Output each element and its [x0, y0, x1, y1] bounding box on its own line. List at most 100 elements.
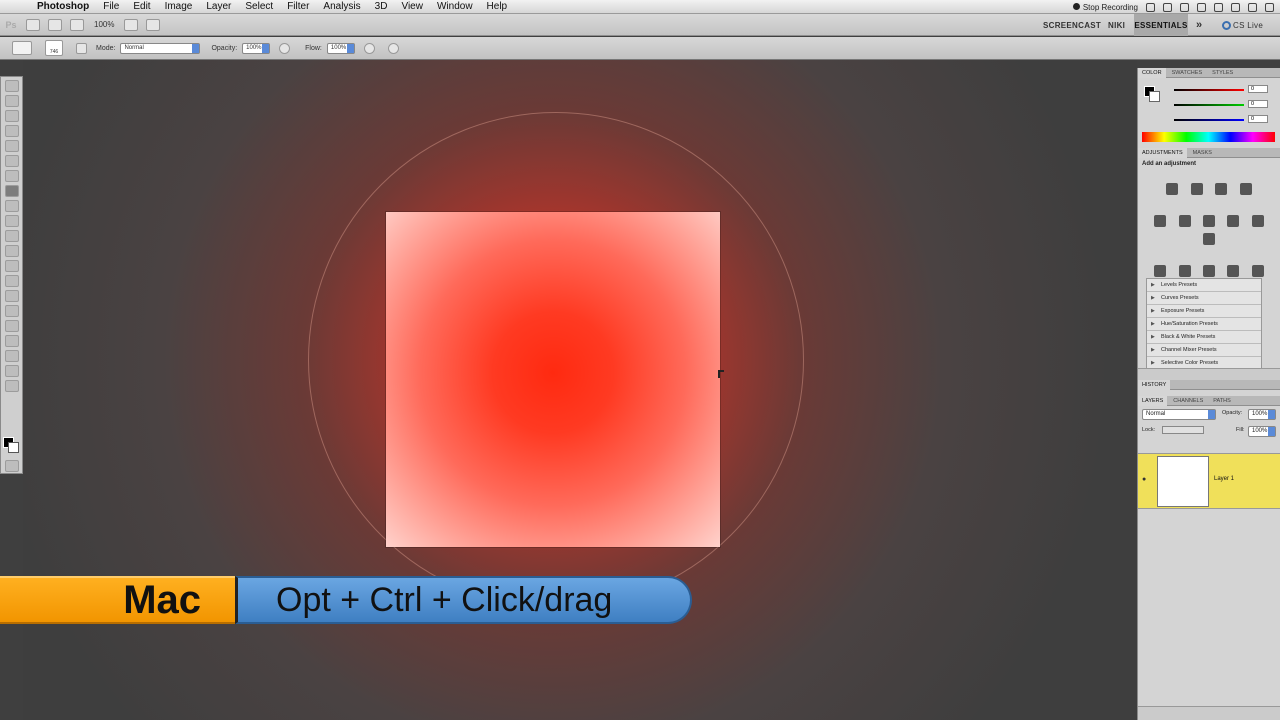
cs-live[interactable]: CS Live: [1222, 14, 1263, 36]
quick-mask-icon[interactable]: [5, 460, 19, 472]
preset-black-white[interactable]: Black & White Presets: [1147, 331, 1261, 344]
photo-filter-icon[interactable]: [1251, 215, 1264, 227]
pen-tool-icon[interactable]: [5, 290, 19, 302]
type-tool-icon[interactable]: [5, 305, 19, 317]
menu-edit[interactable]: Edit: [126, 0, 157, 14]
blue-value[interactable]: 0: [1248, 115, 1268, 123]
tab-history[interactable]: HISTORY: [1138, 379, 1171, 390]
arrange-documents-icon[interactable]: [124, 18, 139, 31]
screen-mode-icon[interactable]: [146, 18, 161, 31]
color-bg-swatch[interactable]: [1149, 91, 1160, 102]
red-slider[interactable]: [1174, 89, 1244, 91]
menu-view[interactable]: View: [394, 0, 430, 14]
tab-masks[interactable]: MASKS: [1189, 148, 1216, 158]
brush-panel-toggle-icon[interactable]: [76, 42, 87, 54]
path-selection-tool-icon[interactable]: [5, 320, 19, 332]
history-brush-tool-icon[interactable]: [5, 215, 19, 227]
vibrance-icon[interactable]: [1154, 215, 1167, 227]
preset-channel-mixer[interactable]: Channel Mixer Presets: [1147, 344, 1261, 357]
tab-channels[interactable]: CHANNELS: [1169, 396, 1207, 406]
stop-recording-item[interactable]: Stop Recording: [1072, 2, 1138, 12]
layer-blend-select[interactable]: Normal: [1142, 409, 1216, 420]
clone-stamp-tool-icon[interactable]: [5, 200, 19, 212]
hand-tool-icon[interactable]: [5, 365, 19, 377]
tab-color[interactable]: COLOR: [1138, 67, 1166, 78]
green-slider[interactable]: [1174, 104, 1244, 106]
preset-exposure[interactable]: Exposure Presets: [1147, 305, 1261, 318]
volume-icon[interactable]: [1214, 2, 1223, 12]
curves-icon[interactable]: [1215, 183, 1228, 195]
sync-icon[interactable]: [1163, 2, 1172, 12]
tab-styles[interactable]: STYLES: [1208, 68, 1237, 78]
marquee-tool-icon[interactable]: [5, 95, 19, 107]
background-color-swatch[interactable]: [8, 442, 19, 453]
layer-thumbnail[interactable]: [1157, 456, 1209, 507]
tab-swatches[interactable]: SWATCHES: [1168, 68, 1207, 78]
dodge-tool-icon[interactable]: [5, 275, 19, 287]
channel-mixer-icon[interactable]: [1203, 233, 1215, 245]
document-canvas[interactable]: [386, 212, 720, 547]
gradient-map-icon[interactable]: [1227, 265, 1240, 277]
healing-tool-icon[interactable]: [5, 170, 19, 182]
bluetooth-icon[interactable]: [1197, 2, 1206, 12]
workspace-niki[interactable]: NIKI: [1108, 14, 1125, 36]
gradient-tool-icon[interactable]: [5, 245, 19, 257]
status-icon[interactable]: [1146, 2, 1155, 12]
menu-window[interactable]: Window: [430, 0, 480, 14]
brush-tool-icon[interactable]: [5, 185, 19, 197]
menu-image[interactable]: Image: [158, 0, 200, 14]
menu-select[interactable]: Select: [238, 0, 280, 14]
airbrush-icon[interactable]: [363, 42, 375, 54]
green-value[interactable]: 0: [1248, 100, 1268, 108]
zoom-select[interactable]: 100%: [94, 20, 114, 29]
selective-color-icon[interactable]: [1251, 265, 1264, 277]
3d-rotate-tool-icon[interactable]: [5, 350, 19, 362]
wifi-icon[interactable]: [1248, 2, 1257, 12]
levels-icon[interactable]: [1190, 183, 1203, 195]
lasso-tool-icon[interactable]: [5, 110, 19, 122]
hue-saturation-icon[interactable]: [1178, 215, 1191, 227]
eyedropper-tool-icon[interactable]: [5, 155, 19, 167]
workspace-essentials[interactable]: ESSENTIALS: [1134, 14, 1188, 36]
menu-photoshop[interactable]: Photoshop: [30, 0, 96, 14]
tab-layers[interactable]: LAYERS: [1138, 395, 1168, 406]
black-white-icon[interactable]: [1227, 215, 1240, 227]
preset-hue-saturation[interactable]: Hue/Saturation Presets: [1147, 318, 1261, 331]
eraser-tool-icon[interactable]: [5, 230, 19, 242]
invert-icon[interactable]: [1154, 265, 1167, 277]
workspace-screencast[interactable]: SCREENCAST: [1043, 14, 1101, 36]
time-machine-icon[interactable]: [1180, 2, 1189, 12]
eye-icon[interactable]: ●: [1142, 476, 1146, 483]
flow-input[interactable]: 100%: [326, 42, 355, 54]
menu-analysis[interactable]: Analysis: [316, 0, 367, 14]
menu-3d[interactable]: 3D: [368, 0, 395, 14]
menu-layer[interactable]: Layer: [199, 0, 238, 14]
threshold-icon[interactable]: [1203, 265, 1215, 277]
crop-tool-icon[interactable]: [5, 140, 19, 152]
layer-row[interactable]: ● Layer 1: [1138, 453, 1280, 509]
layer-name[interactable]: Layer 1: [1214, 476, 1234, 482]
flag-icon[interactable]: [1231, 2, 1240, 12]
pressure-opacity-icon[interactable]: [279, 42, 291, 54]
workspace-more[interactable]: »: [1196, 14, 1202, 36]
shape-tool-icon[interactable]: [5, 335, 19, 347]
spotlight-icon[interactable]: [1265, 2, 1274, 12]
preset-levels[interactable]: Levels Presets: [1147, 279, 1261, 292]
brush-size-picker[interactable]: 746: [45, 40, 63, 56]
menu-help[interactable]: Help: [480, 0, 515, 14]
mode-select[interactable]: Normal: [120, 42, 201, 54]
tab-paths[interactable]: PATHS: [1209, 396, 1235, 406]
layer-fill-input[interactable]: 100%: [1248, 426, 1276, 437]
preset-curves[interactable]: Curves Presets: [1147, 292, 1261, 305]
quick-selection-tool-icon[interactable]: [5, 125, 19, 137]
menu-filter[interactable]: Filter: [280, 0, 316, 14]
brightness-contrast-icon[interactable]: [1166, 183, 1179, 195]
red-value[interactable]: 0: [1248, 85, 1268, 93]
posterize-icon[interactable]: [1178, 265, 1191, 277]
color-spectrum[interactable]: [1142, 132, 1275, 142]
color-balance-icon[interactable]: [1203, 215, 1215, 227]
brush-tool-preset-icon[interactable]: [12, 41, 32, 55]
menu-file[interactable]: File: [96, 0, 126, 14]
minibridge-icon[interactable]: [48, 18, 62, 31]
lock-icons[interactable]: [1162, 426, 1204, 434]
